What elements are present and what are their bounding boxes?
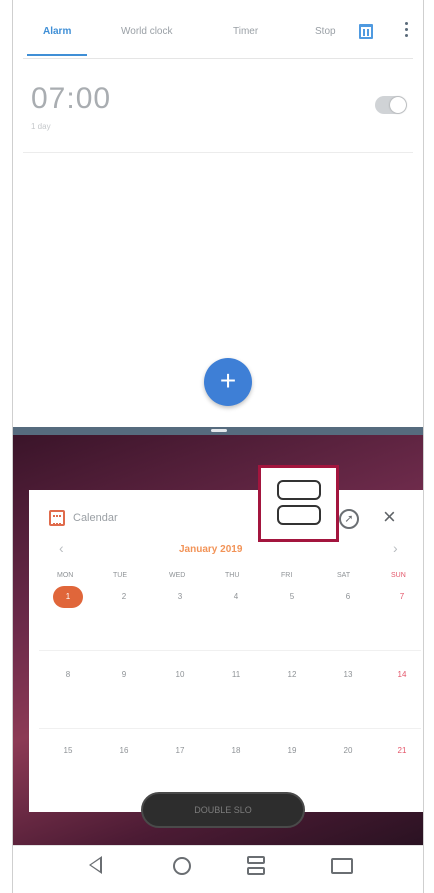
- calendar-day[interactable]: 17: [170, 746, 190, 755]
- calendar-day[interactable]: 16: [114, 746, 134, 755]
- calendar-day[interactable]: 6: [338, 592, 358, 601]
- bottom-pill-button[interactable]: DOUBLE SLO: [141, 792, 305, 828]
- calendar-day[interactable]: 9: [114, 670, 134, 679]
- weekday-label: MON: [57, 572, 74, 579]
- previous-month-button[interactable]: ‹: [59, 540, 64, 556]
- calendar-day[interactable]: 13: [338, 670, 358, 679]
- calendar-day[interactable]: 12: [282, 670, 302, 679]
- calendar-day[interactable]: 11: [226, 670, 246, 679]
- weekday-label: TUE: [113, 572, 127, 579]
- plus-icon: +: [219, 365, 237, 396]
- alarm-toggle[interactable]: [375, 96, 407, 114]
- week-divider: [39, 650, 421, 651]
- tab-alarm[interactable]: Alarm: [43, 26, 71, 37]
- split-divider-handle[interactable]: [211, 429, 227, 432]
- alarm-time[interactable]: 07:00: [31, 82, 111, 116]
- home-icon[interactable]: [173, 857, 191, 875]
- weekday-label: SUN: [391, 572, 406, 579]
- calendar-day[interactable]: 2: [114, 592, 134, 601]
- calendar-day[interactable]: 14: [392, 670, 412, 679]
- calendar-day[interactable]: 10: [170, 670, 190, 679]
- calendar-icon: [49, 510, 65, 526]
- trash-icon[interactable]: [359, 24, 373, 39]
- weekday-label: THU: [225, 572, 240, 579]
- split-screen-icon[interactable]: [247, 856, 265, 876]
- navigation-bar: [13, 845, 423, 893]
- divider: [23, 58, 413, 59]
- dual-window-icon[interactable]: [331, 858, 353, 874]
- tab-timer[interactable]: Timer: [233, 26, 258, 37]
- pin-icon[interactable]: ➚: [339, 509, 359, 529]
- weekday-label: SAT: [337, 572, 351, 579]
- divider: [23, 152, 413, 153]
- calendar-day[interactable]: 3: [170, 592, 190, 601]
- week-divider: [39, 728, 421, 729]
- calendar-day[interactable]: 18: [226, 746, 246, 755]
- highlight-box: [258, 465, 339, 542]
- tab-stopwatch[interactable]: Stop: [315, 26, 336, 37]
- back-icon[interactable]: [89, 856, 102, 874]
- close-icon[interactable]: ×: [383, 504, 396, 530]
- calendar-day[interactable]: 1: [58, 592, 78, 601]
- calendar-day[interactable]: 4: [226, 592, 246, 601]
- calendar-day[interactable]: 20: [338, 746, 358, 755]
- next-month-button[interactable]: ›: [393, 540, 398, 556]
- add-alarm-button[interactable]: +: [204, 358, 252, 406]
- calendar-title: Calendar: [73, 512, 118, 524]
- split-screen-icon[interactable]: [277, 480, 321, 526]
- calendar-day[interactable]: 21: [392, 746, 412, 755]
- calendar-day[interactable]: 19: [282, 746, 302, 755]
- calendar-day[interactable]: 8: [58, 670, 78, 679]
- calendar-day[interactable]: 15: [58, 746, 78, 755]
- active-tab-indicator: [27, 54, 87, 56]
- calendar-day[interactable]: 5: [282, 592, 302, 601]
- tab-world-clock[interactable]: World clock: [121, 26, 173, 37]
- calendar-popup: Calendar ➚ × ‹ January 2019 › MON TUE WE…: [29, 490, 423, 812]
- phone-screen: Alarm World clock Timer Stop 07:00 1 day…: [12, 0, 424, 893]
- weekday-label: WED: [169, 572, 186, 579]
- more-options-icon[interactable]: [405, 22, 409, 42]
- month-label: January 2019: [179, 544, 243, 555]
- alarm-repeat-text: 1 day: [31, 122, 51, 131]
- weekday-label: FRI: [281, 572, 293, 579]
- calendar-day[interactable]: 7: [392, 592, 412, 601]
